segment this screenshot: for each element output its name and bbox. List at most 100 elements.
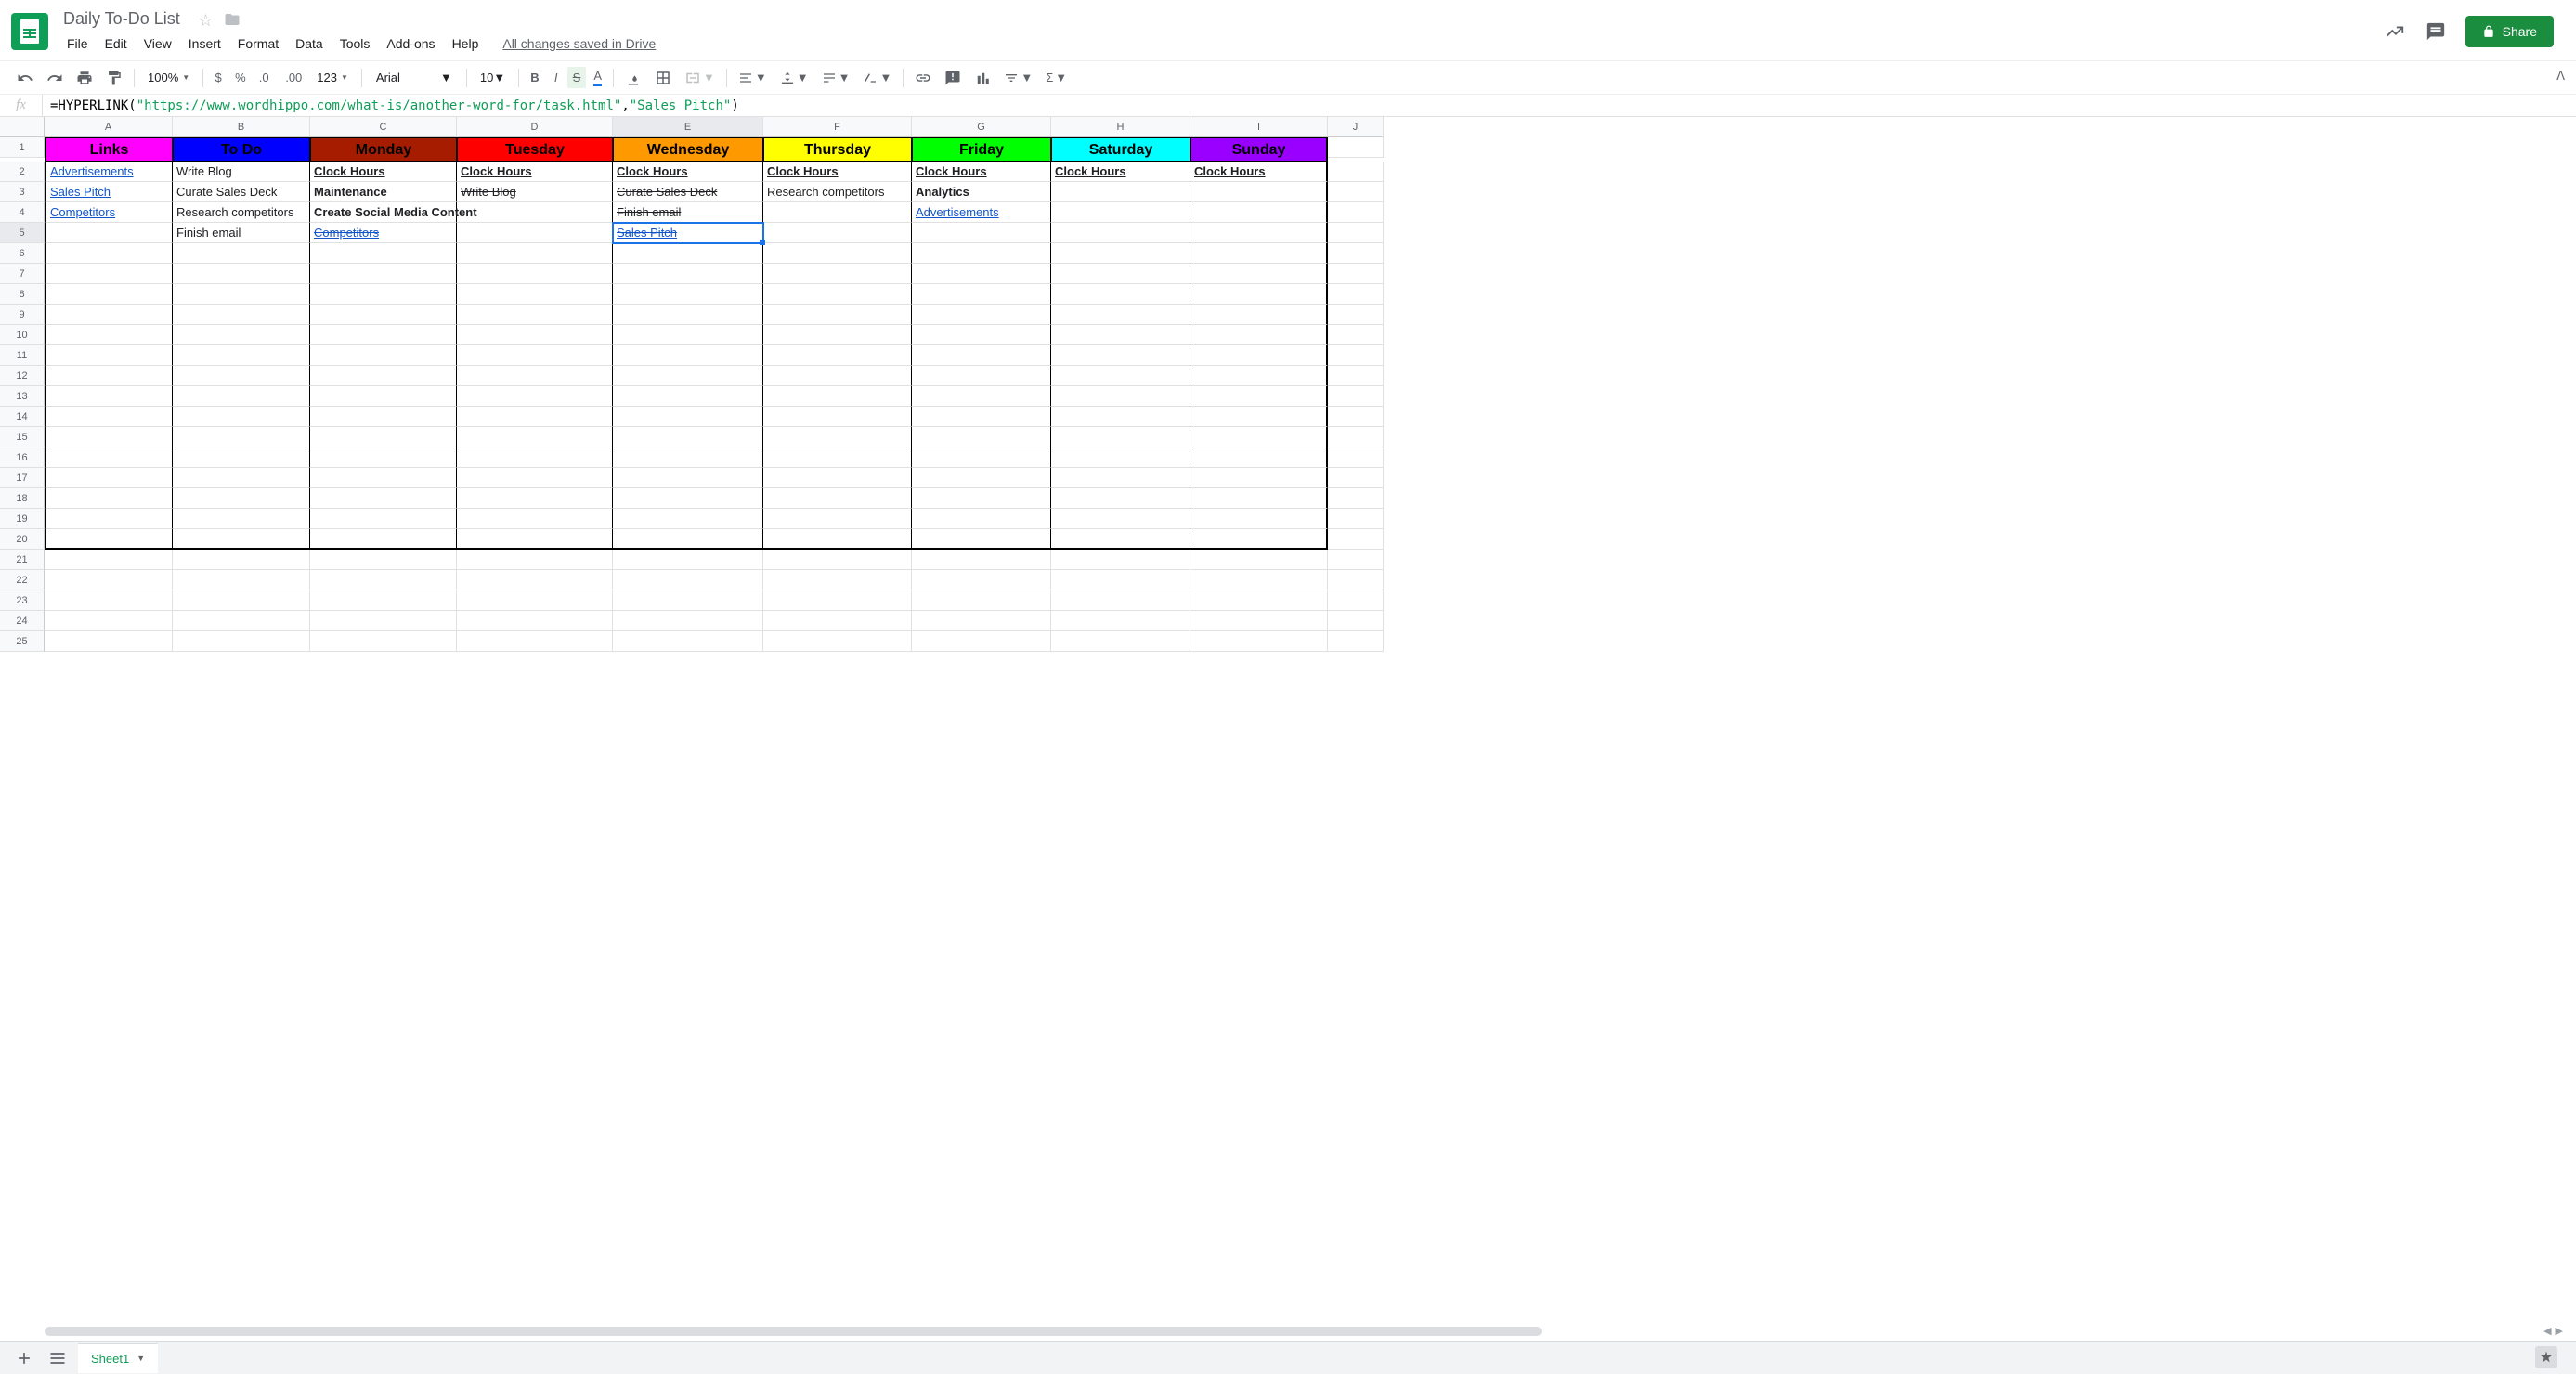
col-header-J[interactable]: J — [1328, 117, 1384, 137]
cell-J17[interactable] — [1328, 468, 1384, 488]
cell-E17[interactable] — [613, 468, 763, 488]
cell-A1[interactable]: Links — [45, 137, 173, 162]
row-header-4[interactable]: 4 — [0, 202, 45, 223]
cell-D16[interactable] — [457, 447, 613, 468]
merge-button[interactable]: ▼ — [679, 66, 721, 90]
cell-F22[interactable] — [763, 570, 912, 590]
cell-H13[interactable] — [1051, 386, 1190, 407]
cell-H15[interactable] — [1051, 427, 1190, 447]
cell-A22[interactable] — [45, 570, 173, 590]
cell-F14[interactable] — [763, 407, 912, 427]
cell-C8[interactable] — [310, 284, 457, 305]
cell-E22[interactable] — [613, 570, 763, 590]
cell-H6[interactable] — [1051, 243, 1190, 264]
cell-G15[interactable] — [912, 427, 1051, 447]
col-header-A[interactable]: A — [45, 117, 173, 137]
row-header-10[interactable]: 10 — [0, 325, 45, 345]
cell-E5[interactable]: Sales Pitch — [613, 223, 763, 243]
cell-G9[interactable] — [912, 305, 1051, 325]
row-header-25[interactable]: 25 — [0, 631, 45, 652]
cell-C17[interactable] — [310, 468, 457, 488]
cell-C15[interactable] — [310, 427, 457, 447]
menu-file[interactable]: File — [59, 32, 96, 55]
row-header-23[interactable]: 23 — [0, 590, 45, 611]
cell-H17[interactable] — [1051, 468, 1190, 488]
col-header-G[interactable]: G — [912, 117, 1051, 137]
row-header-24[interactable]: 24 — [0, 611, 45, 631]
cell-D5[interactable] — [457, 223, 613, 243]
cell-F15[interactable] — [763, 427, 912, 447]
cell-A15[interactable] — [45, 427, 173, 447]
cell-I15[interactable] — [1190, 427, 1328, 447]
cell-G8[interactable] — [912, 284, 1051, 305]
cell-G7[interactable] — [912, 264, 1051, 284]
cell-A12[interactable] — [45, 366, 173, 386]
cell-F8[interactable] — [763, 284, 912, 305]
cell-F17[interactable] — [763, 468, 912, 488]
cell-J19[interactable] — [1328, 509, 1384, 529]
cell-C11[interactable] — [310, 345, 457, 366]
link-button[interactable] — [909, 66, 937, 90]
cell-A5[interactable] — [45, 223, 173, 243]
row-header-15[interactable]: 15 — [0, 427, 45, 447]
cell-H20[interactable] — [1051, 529, 1190, 550]
cell-F16[interactable] — [763, 447, 912, 468]
row-header-22[interactable]: 22 — [0, 570, 45, 590]
cell-G10[interactable] — [912, 325, 1051, 345]
cell-G4[interactable]: Advertisements — [912, 202, 1051, 223]
cell-G21[interactable] — [912, 550, 1051, 570]
cell-J23[interactable] — [1328, 590, 1384, 611]
chart-button[interactable] — [969, 66, 996, 90]
cell-H19[interactable] — [1051, 509, 1190, 529]
cell-J3[interactable] — [1328, 182, 1384, 202]
cell-J14[interactable] — [1328, 407, 1384, 427]
cell-B11[interactable] — [173, 345, 310, 366]
cell-E21[interactable] — [613, 550, 763, 570]
cell-D9[interactable] — [457, 305, 613, 325]
row-header-16[interactable]: 16 — [0, 447, 45, 468]
cell-E9[interactable] — [613, 305, 763, 325]
cell-D3[interactable]: Write Blog — [457, 182, 613, 202]
dec-decrease-button[interactable]: .0 — [254, 67, 278, 88]
cell-A25[interactable] — [45, 631, 173, 652]
text-color-button[interactable]: A — [588, 65, 607, 90]
cell-C16[interactable] — [310, 447, 457, 468]
cell-B7[interactable] — [173, 264, 310, 284]
cell-D13[interactable] — [457, 386, 613, 407]
cell-D12[interactable] — [457, 366, 613, 386]
cell-D11[interactable] — [457, 345, 613, 366]
cell-F4[interactable] — [763, 202, 912, 223]
cell-G1[interactable]: Friday — [912, 137, 1051, 162]
cell-C2[interactable]: Clock Hours — [310, 162, 457, 182]
cell-I21[interactable] — [1190, 550, 1328, 570]
cell-D23[interactable] — [457, 590, 613, 611]
cell-A16[interactable] — [45, 447, 173, 468]
folder-icon[interactable] — [224, 11, 241, 31]
cell-C7[interactable] — [310, 264, 457, 284]
cell-J8[interactable] — [1328, 284, 1384, 305]
col-header-D[interactable]: D — [457, 117, 613, 137]
sheet-tab[interactable]: Sheet1▼ — [78, 1343, 158, 1373]
comment-button[interactable] — [939, 66, 967, 90]
menu-view[interactable]: View — [137, 32, 179, 55]
cell-C24[interactable] — [310, 611, 457, 631]
cell-E15[interactable] — [613, 427, 763, 447]
menu-format[interactable]: Format — [230, 32, 286, 55]
formula-bar[interactable]: =HYPERLINK("https://www.wordhippo.com/wh… — [43, 98, 2576, 113]
cell-H7[interactable] — [1051, 264, 1190, 284]
cell-D17[interactable] — [457, 468, 613, 488]
cell-C23[interactable] — [310, 590, 457, 611]
cell-B24[interactable] — [173, 611, 310, 631]
row-header-9[interactable]: 9 — [0, 305, 45, 325]
cell-A19[interactable] — [45, 509, 173, 529]
cell-G16[interactable] — [912, 447, 1051, 468]
cell-J4[interactable] — [1328, 202, 1384, 223]
cell-H11[interactable] — [1051, 345, 1190, 366]
menu-edit[interactable]: Edit — [98, 32, 135, 55]
v-align-button[interactable]: ▼ — [774, 67, 814, 89]
cell-D19[interactable] — [457, 509, 613, 529]
cell-D24[interactable] — [457, 611, 613, 631]
row-header-19[interactable]: 19 — [0, 509, 45, 529]
cell-B20[interactable] — [173, 529, 310, 550]
cell-J10[interactable] — [1328, 325, 1384, 345]
